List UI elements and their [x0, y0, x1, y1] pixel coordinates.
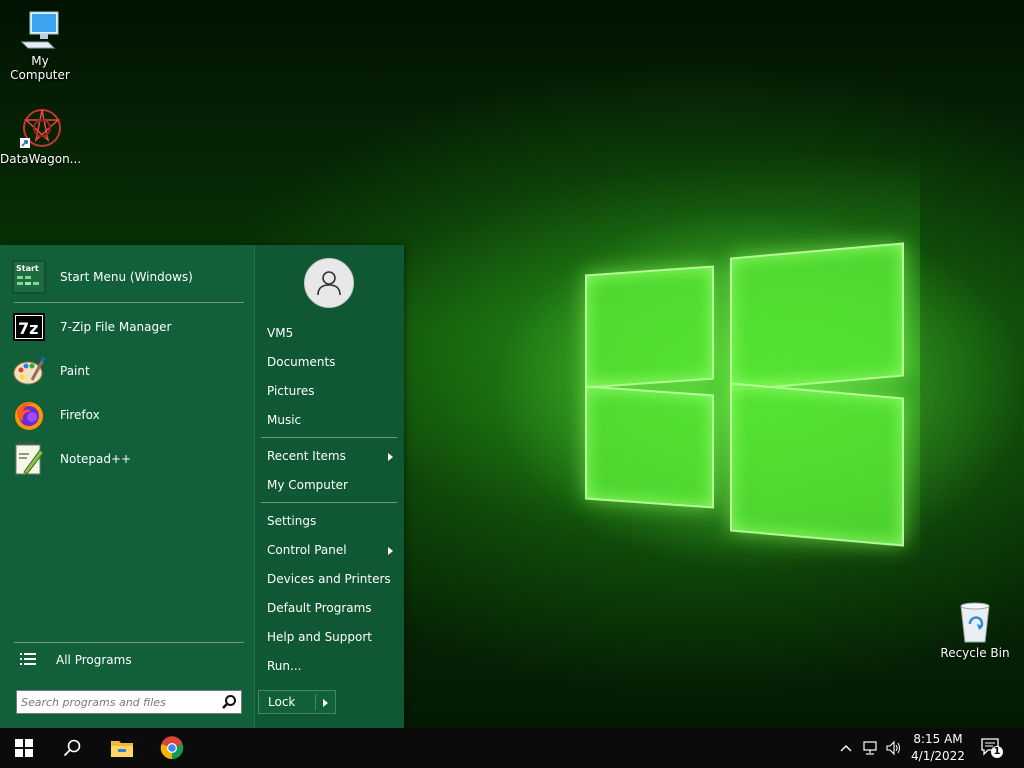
taskbar-search-button[interactable]: [48, 728, 96, 768]
network-icon[interactable]: [862, 740, 878, 756]
program-label: Firefox: [60, 408, 100, 422]
taskbar: 8:15 AM 4/1/2022 1: [0, 728, 1024, 768]
place-pictures[interactable]: Pictures: [267, 380, 395, 402]
place-documents[interactable]: Documents: [267, 351, 395, 373]
help-and-support-item[interactable]: Help and Support: [267, 626, 395, 648]
place-user-folder[interactable]: VM5: [267, 322, 395, 344]
paint-icon: [12, 354, 46, 388]
control-panel-menu[interactable]: Control Panel: [267, 539, 395, 561]
default-programs-item[interactable]: Default Programs: [267, 597, 395, 619]
7zip-icon-text: 7z: [18, 319, 38, 338]
logo-pane-top-left: [585, 265, 714, 389]
notepadpp-icon: [12, 442, 46, 476]
power-options-arrow-icon[interactable]: [323, 699, 328, 707]
all-programs-button[interactable]: All Programs: [12, 645, 246, 675]
file-explorer-icon: [111, 741, 133, 757]
desktop-icon-label: DataWagon...: [0, 152, 82, 166]
recycle-bin-icon: [953, 600, 997, 644]
program-7zip[interactable]: 7z 7-Zip File Manager: [12, 307, 246, 347]
recent-items-label: Recent Items: [267, 449, 346, 463]
firefox-icon: [12, 398, 46, 432]
chrome-icon: [160, 736, 184, 760]
windows-start-icon: [15, 739, 33, 757]
start-icon-text: Start: [16, 264, 39, 273]
start-menu: Start Start Menu (Windows) 7z 7-Zip File…: [0, 245, 404, 728]
start-button[interactable]: [0, 728, 48, 768]
logo-pane-bottom-left: [585, 385, 714, 509]
taskbar-file-explorer[interactable]: [98, 728, 146, 768]
program-firefox[interactable]: Firefox: [12, 395, 246, 435]
desktop-icon-my-computer[interactable]: My Computer: [0, 8, 80, 82]
user-icon: [317, 271, 341, 296]
action-center-button[interactable]: 1: [980, 737, 1004, 759]
computer-icon: [18, 8, 62, 52]
program-paint[interactable]: Paint: [12, 351, 246, 391]
start-menu-settings-icon: Start: [12, 260, 46, 294]
notification-count-badge: 1: [993, 746, 1001, 757]
lock-button[interactable]: Lock: [258, 690, 336, 714]
logo-pane-top-right: [730, 242, 904, 392]
program-label: Paint: [60, 364, 90, 378]
place-music[interactable]: Music: [267, 409, 395, 431]
taskbar-chrome[interactable]: [148, 728, 196, 768]
lock-label: Lock: [268, 695, 296, 709]
program-start-menu-windows[interactable]: Start Start Menu (Windows): [12, 257, 246, 297]
run-item[interactable]: Run...: [267, 655, 395, 677]
list-icon: [20, 652, 50, 669]
settings-item[interactable]: Settings: [267, 510, 395, 532]
pinned-separator: [14, 302, 244, 303]
desktop-icon-recycle-bin[interactable]: Recycle Bin: [935, 600, 1015, 660]
computer-separator: [261, 502, 397, 503]
program-notepadpp[interactable]: Notepad++: [12, 439, 246, 479]
start-menu-places-pane: VM5 Documents Pictures Music Recent Item…: [254, 245, 404, 728]
program-label: Start Menu (Windows): [60, 270, 193, 284]
recent-items-menu[interactable]: Recent Items: [267, 445, 395, 467]
all-programs-separator: [14, 642, 244, 643]
start-menu-programs-pane: Start Start Menu (Windows) 7z 7-Zip File…: [0, 245, 254, 728]
places-separator: [261, 437, 397, 438]
datawagon-shortcut-icon: [18, 106, 62, 150]
logo-pane-bottom-right: [730, 382, 904, 547]
control-panel-label: Control Panel: [267, 543, 347, 557]
desktop-icon-label: My Computer: [10, 54, 70, 82]
all-programs-label: All Programs: [56, 653, 132, 667]
clock-time: 8:15 AM: [913, 732, 963, 746]
search-icon: [63, 739, 81, 757]
submenu-arrow-icon: [388, 453, 393, 461]
program-label: 7-Zip File Manager: [60, 320, 172, 334]
program-label: Notepad++: [60, 452, 132, 466]
7zip-icon: 7z: [12, 310, 46, 344]
desktop-icon-datawagon[interactable]: DataWagon...: [0, 106, 82, 166]
clock-date: 4/1/2022: [911, 749, 965, 763]
desktop-icon-label: Recycle Bin: [940, 646, 1010, 660]
taskbar-clock[interactable]: 8:15 AM 4/1/2022: [900, 731, 976, 765]
tray-overflow-chevron-icon[interactable]: [838, 740, 854, 756]
windows-logo-wallpaper: [560, 225, 910, 555]
user-avatar[interactable]: [304, 258, 354, 308]
search-input[interactable]: [21, 693, 211, 711]
lock-divider: [315, 694, 316, 710]
search-icon[interactable]: [221, 694, 237, 710]
search-box[interactable]: [16, 690, 242, 714]
submenu-arrow-icon: [388, 547, 393, 555]
place-my-computer[interactable]: My Computer: [267, 474, 395, 496]
devices-and-printers-item[interactable]: Devices and Printers: [267, 568, 395, 590]
